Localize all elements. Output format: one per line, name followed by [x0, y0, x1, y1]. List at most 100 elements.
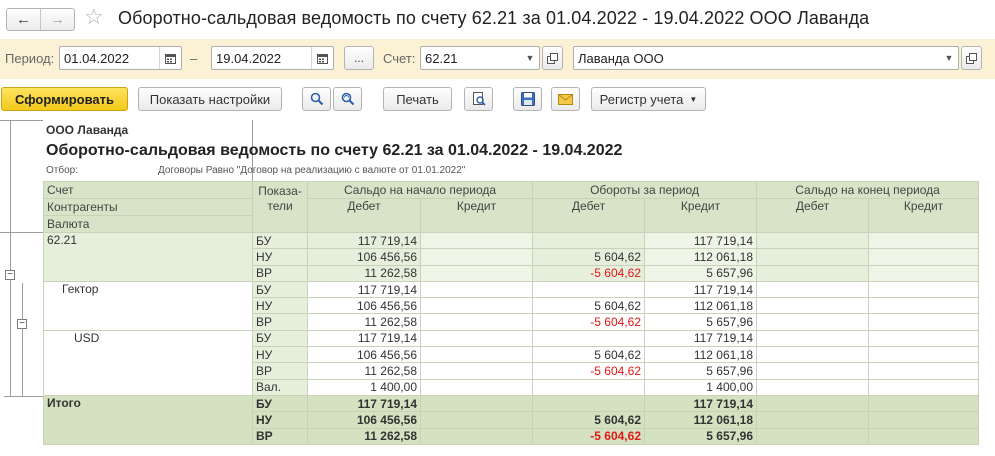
amount-cell[interactable] — [868, 329, 980, 348]
date-from-field[interactable]: 01.04.2022 — [59, 46, 182, 70]
amount-cell[interactable] — [868, 427, 980, 445]
chevron-down-icon[interactable]: ▼ — [521, 47, 539, 69]
amount-cell[interactable] — [756, 362, 870, 380]
search-button[interactable] — [302, 87, 331, 111]
generate-button[interactable]: Сформировать — [1, 87, 128, 111]
group-name[interactable]: Гектор — [43, 280, 253, 331]
back-button[interactable]: ← — [7, 9, 40, 30]
amount-cell[interactable] — [868, 362, 980, 380]
collapse-subgroup-toggle[interactable]: − — [17, 319, 27, 329]
amount-cell[interactable] — [868, 411, 980, 429]
amount-cell[interactable] — [420, 313, 533, 331]
amount-cell[interactable]: 117 719,14 — [307, 231, 421, 250]
amount-cell[interactable] — [756, 313, 870, 331]
amount-cell[interactable]: 106 456,56 — [307, 248, 421, 266]
amount-cell[interactable] — [420, 329, 533, 348]
amount-cell[interactable]: 5 657,96 — [643, 427, 758, 445]
amount-cell[interactable] — [420, 346, 533, 364]
amount-cell[interactable]: -5 604,62 — [532, 427, 645, 445]
amount-cell[interactable]: 106 456,56 — [307, 411, 421, 429]
amount-cell[interactable]: 1 400,00 — [643, 378, 758, 396]
amount-cell[interactable] — [420, 280, 533, 299]
amount-cell[interactable] — [756, 411, 870, 429]
table-row[interactable]: USD БУ 117 719,14 117 719,14 — [43, 329, 980, 396]
amount-cell[interactable] — [868, 378, 980, 396]
amount-cell[interactable]: 112 061,18 — [643, 346, 758, 364]
amount-cell[interactable]: -5 604,62 — [532, 313, 645, 331]
amount-cell[interactable]: 5 657,96 — [643, 264, 758, 282]
amount-cell[interactable] — [756, 248, 870, 266]
choose-period-button[interactable]: ... — [344, 46, 374, 70]
favorite-star-icon[interactable]: ☆ — [84, 6, 104, 28]
open-account-button[interactable] — [542, 46, 563, 70]
amount-cell[interactable]: 112 061,18 — [643, 297, 758, 315]
amount-cell[interactable]: 5 604,62 — [532, 346, 645, 364]
amount-cell[interactable] — [756, 378, 870, 396]
calendar-icon[interactable] — [311, 47, 333, 69]
amount-cell[interactable]: -5 604,62 — [532, 264, 645, 282]
amount-cell[interactable]: 11 262,58 — [307, 313, 421, 331]
chevron-down-icon[interactable]: ▼ — [940, 47, 958, 69]
table-row[interactable]: Гектор БУ 117 719,14 117 719,14 — [43, 280, 980, 331]
save-button[interactable] — [513, 87, 542, 111]
search-refresh-button[interactable] — [333, 87, 362, 111]
amount-cell[interactable] — [420, 378, 533, 396]
amount-cell[interactable] — [420, 394, 533, 413]
send-email-button[interactable] — [551, 87, 580, 111]
amount-cell[interactable]: 5 604,62 — [532, 248, 645, 266]
amount-cell[interactable] — [868, 264, 980, 282]
amount-cell[interactable] — [420, 297, 533, 315]
organization-field[interactable]: Лаванда ООО ▼ — [573, 46, 959, 70]
amount-cell[interactable] — [756, 329, 870, 348]
amount-cell[interactable] — [420, 411, 533, 429]
amount-cell[interactable] — [420, 264, 533, 282]
amount-cell[interactable] — [532, 394, 645, 413]
collapse-group-toggle[interactable]: − — [5, 270, 15, 280]
amount-cell[interactable]: 5 604,62 — [532, 297, 645, 315]
amount-cell[interactable]: 5 657,96 — [643, 313, 758, 331]
amount-cell[interactable] — [868, 394, 980, 413]
show-settings-button[interactable]: Показать настройки — [138, 87, 282, 111]
forward-button[interactable]: → — [40, 9, 74, 30]
amount-cell[interactable]: 106 456,56 — [307, 346, 421, 364]
amount-cell[interactable] — [756, 297, 870, 315]
calendar-icon[interactable] — [159, 47, 181, 69]
preview-button[interactable] — [464, 87, 493, 111]
amount-cell[interactable]: 11 262,58 — [307, 362, 421, 380]
amount-cell[interactable] — [532, 378, 645, 396]
table-row[interactable]: 62.21 БУ 117 719,14 117 719,14 — [43, 231, 980, 282]
amount-cell[interactable]: 117 719,14 — [643, 329, 758, 348]
amount-cell[interactable]: 112 061,18 — [643, 411, 758, 429]
amount-cell[interactable]: 1 400,00 — [307, 378, 421, 396]
amount-cell[interactable] — [868, 313, 980, 331]
amount-cell[interactable] — [868, 231, 980, 250]
amount-cell[interactable]: 106 456,56 — [307, 297, 421, 315]
amount-cell[interactable] — [420, 362, 533, 380]
amount-cell[interactable]: 11 262,58 — [307, 264, 421, 282]
amount-cell[interactable]: 5 604,62 — [532, 411, 645, 429]
amount-cell[interactable]: 5 657,96 — [643, 362, 758, 380]
amount-cell[interactable] — [420, 231, 533, 250]
amount-cell[interactable]: 117 719,14 — [307, 329, 421, 348]
amount-cell[interactable] — [868, 248, 980, 266]
amount-cell[interactable]: 117 719,14 — [643, 231, 758, 250]
group-name[interactable]: 62.21 — [43, 232, 253, 282]
amount-cell[interactable]: 11 262,58 — [307, 427, 421, 445]
amount-cell[interactable] — [756, 264, 870, 282]
amount-cell[interactable] — [532, 280, 645, 299]
amount-cell[interactable]: -5 604,62 — [532, 362, 645, 380]
amount-cell[interactable]: 117 719,14 — [307, 280, 421, 299]
amount-cell[interactable] — [532, 329, 645, 348]
amount-cell[interactable] — [756, 231, 870, 250]
amount-cell[interactable] — [868, 297, 980, 315]
date-to-field[interactable]: 19.04.2022 — [211, 46, 334, 70]
amount-cell[interactable]: 112 061,18 — [643, 248, 758, 266]
amount-cell[interactable] — [868, 280, 980, 299]
amount-cell[interactable] — [532, 231, 645, 250]
account-field[interactable]: 62.21 ▼ — [420, 46, 540, 70]
amount-cell[interactable] — [420, 248, 533, 266]
amount-cell[interactable] — [756, 346, 870, 364]
accounting-register-button[interactable]: Регистр учета ▼ — [591, 87, 706, 111]
total-row[interactable]: Итого БУ 117 719,14 117 719,14 — [43, 394, 980, 445]
print-button[interactable]: Печать — [383, 87, 452, 111]
